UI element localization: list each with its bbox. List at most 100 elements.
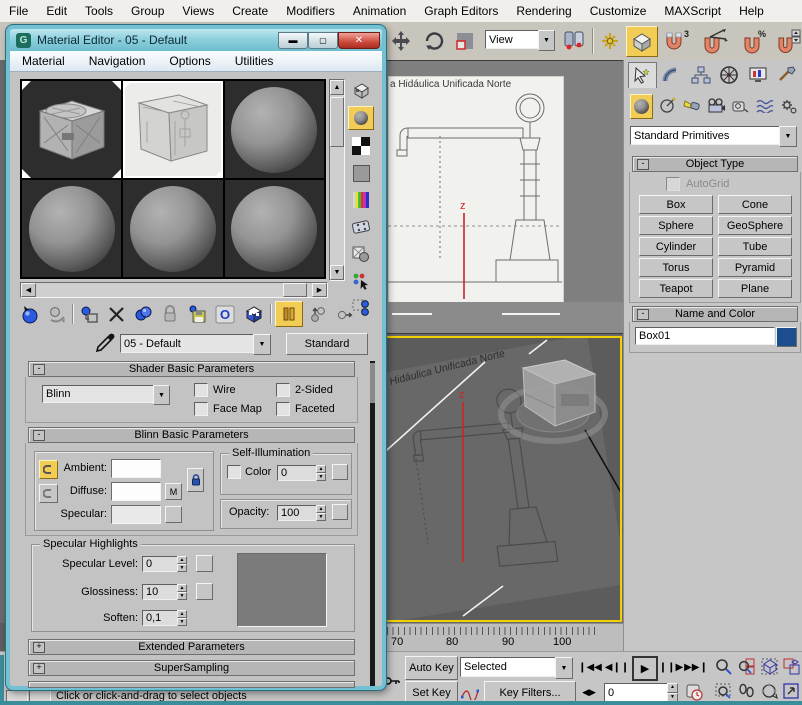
go-to-end-button[interactable]: ▶▶❙ [684,657,708,677]
subtab-geometry[interactable] [630,94,653,119]
soften-spinner[interactable]: ▲▼ [177,610,187,626]
make-unique-icon[interactable] [158,303,182,325]
collapse-icon[interactable]: - [637,159,649,170]
scroll-left-icon[interactable]: ◀ [21,283,36,297]
lock-ambient-diffuse-icon[interactable] [39,460,58,479]
next-frame-button[interactable]: ❙❙▶ [659,657,683,677]
min-max-toggle-icon[interactable] [780,681,802,702]
background-icon[interactable] [349,135,373,157]
spinner-snap-icon[interactable] [776,27,802,55]
menu-edit[interactable]: Edit [37,4,76,18]
pick-material-eyedropper-icon[interactable] [94,332,116,354]
minimize-button[interactable]: ▬ [278,32,308,49]
two-sided-checkbox[interactable] [276,383,290,397]
subtab-helpers[interactable] [730,94,751,117]
material-editor-window[interactable]: G Material Editor - 05 - Default ▬ ▢ ✕ M… [6,25,386,690]
name-color-rollout-header[interactable]: - Name and Color [632,306,798,322]
box-object[interactable] [491,342,611,450]
select-manipulate-icon[interactable] [597,28,623,54]
sample-slot-5-current[interactable] [123,180,222,277]
subtab-space-warps[interactable] [754,94,775,117]
zoom-extents-all-icon[interactable] [780,656,802,677]
sample-vscrollbar[interactable]: ▲ ▼ [329,79,345,281]
glossiness-map-button[interactable] [196,583,213,600]
supersampling-header[interactable]: + SuperSampling [28,660,355,676]
snaps-toggle-icon[interactable] [626,26,658,57]
category-dropdown-arrow-icon[interactable]: ▼ [779,126,797,147]
tab-display[interactable] [745,62,772,87]
diffuse-map-button[interactable]: M [165,483,182,500]
tab-hierarchy[interactable] [687,62,714,87]
maximize-button[interactable]: ▢ [308,32,338,49]
menu-modifiers[interactable]: Modifiers [277,4,344,18]
blinn-rollout-header[interactable]: - Blinn Basic Parameters [28,427,355,443]
object-type-rollout-header[interactable]: - Object Type [632,156,798,172]
self-illum-spinner[interactable]: ▲▼ [316,465,326,481]
sample-slot-drawing-active[interactable] [123,81,222,178]
coord-dropdown-arrow-icon[interactable]: ▼ [538,30,555,51]
angle-snap-toggle-icon[interactable] [700,27,734,55]
use-pivot-center-icon[interactable] [560,27,588,55]
specular-color-swatch[interactable] [111,505,161,524]
material-type-button[interactable]: Standard [286,333,368,355]
self-illum-map-button[interactable] [332,464,348,480]
menu-tools[interactable]: Tools [76,4,122,18]
faceted-checkbox[interactable] [276,402,290,416]
button-cylinder[interactable]: Cylinder [639,237,713,256]
opacity-spinner[interactable]: ▲▼ [316,505,326,521]
region-zoom-icon[interactable] [712,681,734,702]
show-map-in-viewport-icon[interactable] [241,303,267,325]
collapse-icon[interactable]: - [33,364,45,375]
button-box[interactable]: Box [639,195,713,214]
ambient-color-swatch[interactable] [111,459,161,478]
lock-diffuse-specular-icon[interactable] [39,484,58,503]
menu-file[interactable]: File [0,4,37,18]
select-move-icon[interactable] [388,28,414,54]
button-sphere[interactable]: Sphere [639,216,713,235]
tab-motion[interactable] [716,62,743,87]
make-material-copy-icon[interactable] [131,303,155,325]
scroll-up-icon[interactable]: ▲ [330,80,344,95]
reset-map-icon[interactable] [104,303,128,325]
menu-rendering[interactable]: Rendering [507,4,580,18]
current-frame-field[interactable]: 0 [604,683,674,702]
specular-level-spinner[interactable]: ▲▼ [177,556,187,572]
go-to-start-button[interactable]: ❙◀◀ [578,657,602,677]
button-pyramid[interactable]: Pyramid [718,258,792,277]
menu-graph-editors[interactable]: Graph Editors [415,4,507,18]
scroll-down-icon[interactable]: ▼ [330,265,344,280]
me-menu-material[interactable]: Material [10,54,77,68]
tab-create[interactable] [628,62,657,88]
selection-set-dropdown[interactable]: Selected [460,657,562,677]
play-button[interactable]: ▶ [632,656,658,681]
pan-view-icon[interactable] [735,681,757,702]
zoom-extents-icon[interactable] [758,656,780,677]
backlight-icon[interactable] [348,106,374,130]
expand-icon[interactable]: + [33,663,45,674]
put-to-library-icon[interactable] [185,303,209,325]
close-button[interactable]: ✕ [338,32,380,49]
set-key-key-icon[interactable] [384,674,400,688]
button-tube[interactable]: Tube [718,237,792,256]
viewport-front[interactable]: a Hidáulica Unificada Norte z x [381,60,624,334]
get-material-icon[interactable] [18,303,42,325]
sample-slot-4[interactable] [22,180,121,277]
subtab-shapes[interactable] [656,94,677,117]
subtab-cameras[interactable] [705,94,726,117]
select-scale-icon[interactable] [452,29,478,53]
expand-icon[interactable]: + [33,642,45,653]
diffuse-color-swatch[interactable] [111,482,161,501]
zoom-icon[interactable] [712,656,734,677]
subtab-systems[interactable] [779,94,800,117]
show-end-result-icon[interactable] [275,301,303,327]
menu-maxscript[interactable]: MAXScript [655,4,730,18]
sample-uv-tiling-icon[interactable] [349,162,373,184]
button-plane[interactable]: Plane [718,279,792,298]
put-material-to-scene-icon[interactable] [45,303,69,325]
scroll-right-icon[interactable]: ▶ [312,283,327,297]
material-id-channel-icon[interactable]: O [212,303,238,325]
shader-type-dropdown[interactable]: Blinn [42,385,160,403]
select-by-material-icon[interactable] [349,270,373,292]
spinner-up-icon[interactable]: ▲ [667,683,678,693]
menu-animation[interactable]: Animation [344,4,415,18]
